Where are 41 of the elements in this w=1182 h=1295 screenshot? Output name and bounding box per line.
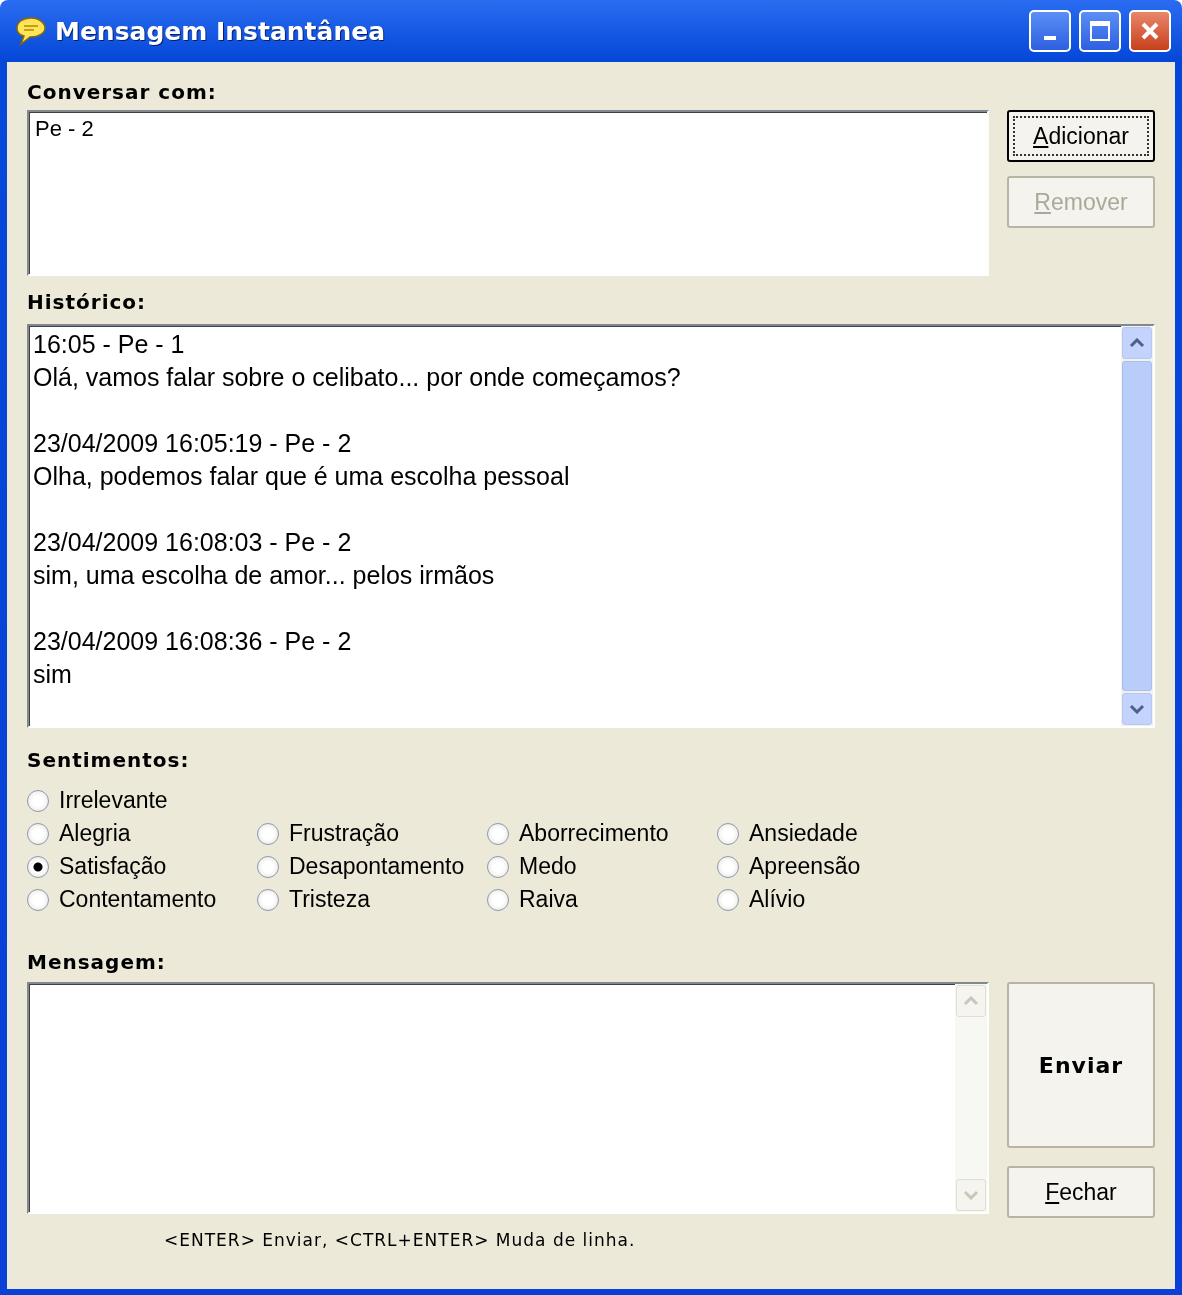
message-text: sim, uma escolha de amor... pelos irmãos	[33, 560, 496, 591]
section-label: Mensagem:	[27, 950, 167, 976]
message-header: 23/04/2009 16:05:19 - Pe - 2	[33, 428, 353, 459]
radio-option[interactable]: Frustração	[257, 817, 487, 850]
section-label: Conversar com:	[27, 80, 218, 106]
section-label: Histórico:	[27, 290, 148, 316]
radio-option[interactable]: Desapontamento	[257, 850, 487, 883]
radio-option[interactable]: Tristeza	[257, 883, 487, 916]
message-text: Olá, vamos falar sobre o celibato... por onde começamos?	[33, 362, 682, 393]
message-text: sim	[33, 659, 73, 690]
radio-option[interactable]: Medo	[487, 850, 717, 883]
message-header: 23/04/2009 16:08:03 - Pe - 2	[33, 527, 353, 558]
radio-option[interactable]: Satisfação	[27, 850, 257, 883]
radio-option[interactable]: Aborrecimento	[487, 817, 717, 850]
add-button[interactable]: Adicionar	[1007, 110, 1155, 162]
list-item[interactable]: Pe - 2	[29, 112, 987, 146]
hint-text: <ENTER> Enviar, <CTRL+ENTER> Muda de linha.	[164, 1230, 637, 1250]
radio-option[interactable]: Alívio	[717, 883, 947, 916]
send-button[interactable]: Enviar	[1007, 982, 1155, 1148]
radio-option[interactable]: Ansiedade	[717, 817, 947, 850]
radio-option[interactable]: Alegria	[27, 817, 257, 850]
maximize-icon	[1089, 20, 1111, 42]
window-title: Mensagem Instantânea	[55, 16, 387, 46]
message-header: 16:05 - Pe - 1	[33, 329, 186, 360]
speech-bubble-icon	[15, 16, 47, 46]
section-label: Sentimentos:	[27, 748, 191, 774]
maximize-button[interactable]	[1079, 10, 1121, 52]
minimize-icon	[1044, 36, 1056, 40]
radio-option[interactable]: Irrelevante	[27, 784, 257, 817]
message-header: 23/04/2009 16:08:36 - Pe - 2	[33, 626, 353, 657]
minimize-button[interactable]	[1029, 10, 1071, 52]
close-icon	[1139, 20, 1161, 42]
participants-list[interactable]: Pe - 2	[27, 110, 989, 276]
radio-option[interactable]: Apreensão	[717, 850, 947, 883]
radio-option[interactable]: Raiva	[487, 883, 717, 916]
message-input[interactable]	[27, 982, 989, 1214]
close-dialog-button[interactable]: Fechar	[1007, 1166, 1155, 1218]
close-button[interactable]	[1129, 10, 1171, 52]
radio-option[interactable]: Contentamento	[27, 883, 257, 916]
message-text: Olha, podemos falar que é uma escolha pessoal	[33, 461, 571, 492]
scrollbar[interactable]	[1121, 326, 1153, 726]
